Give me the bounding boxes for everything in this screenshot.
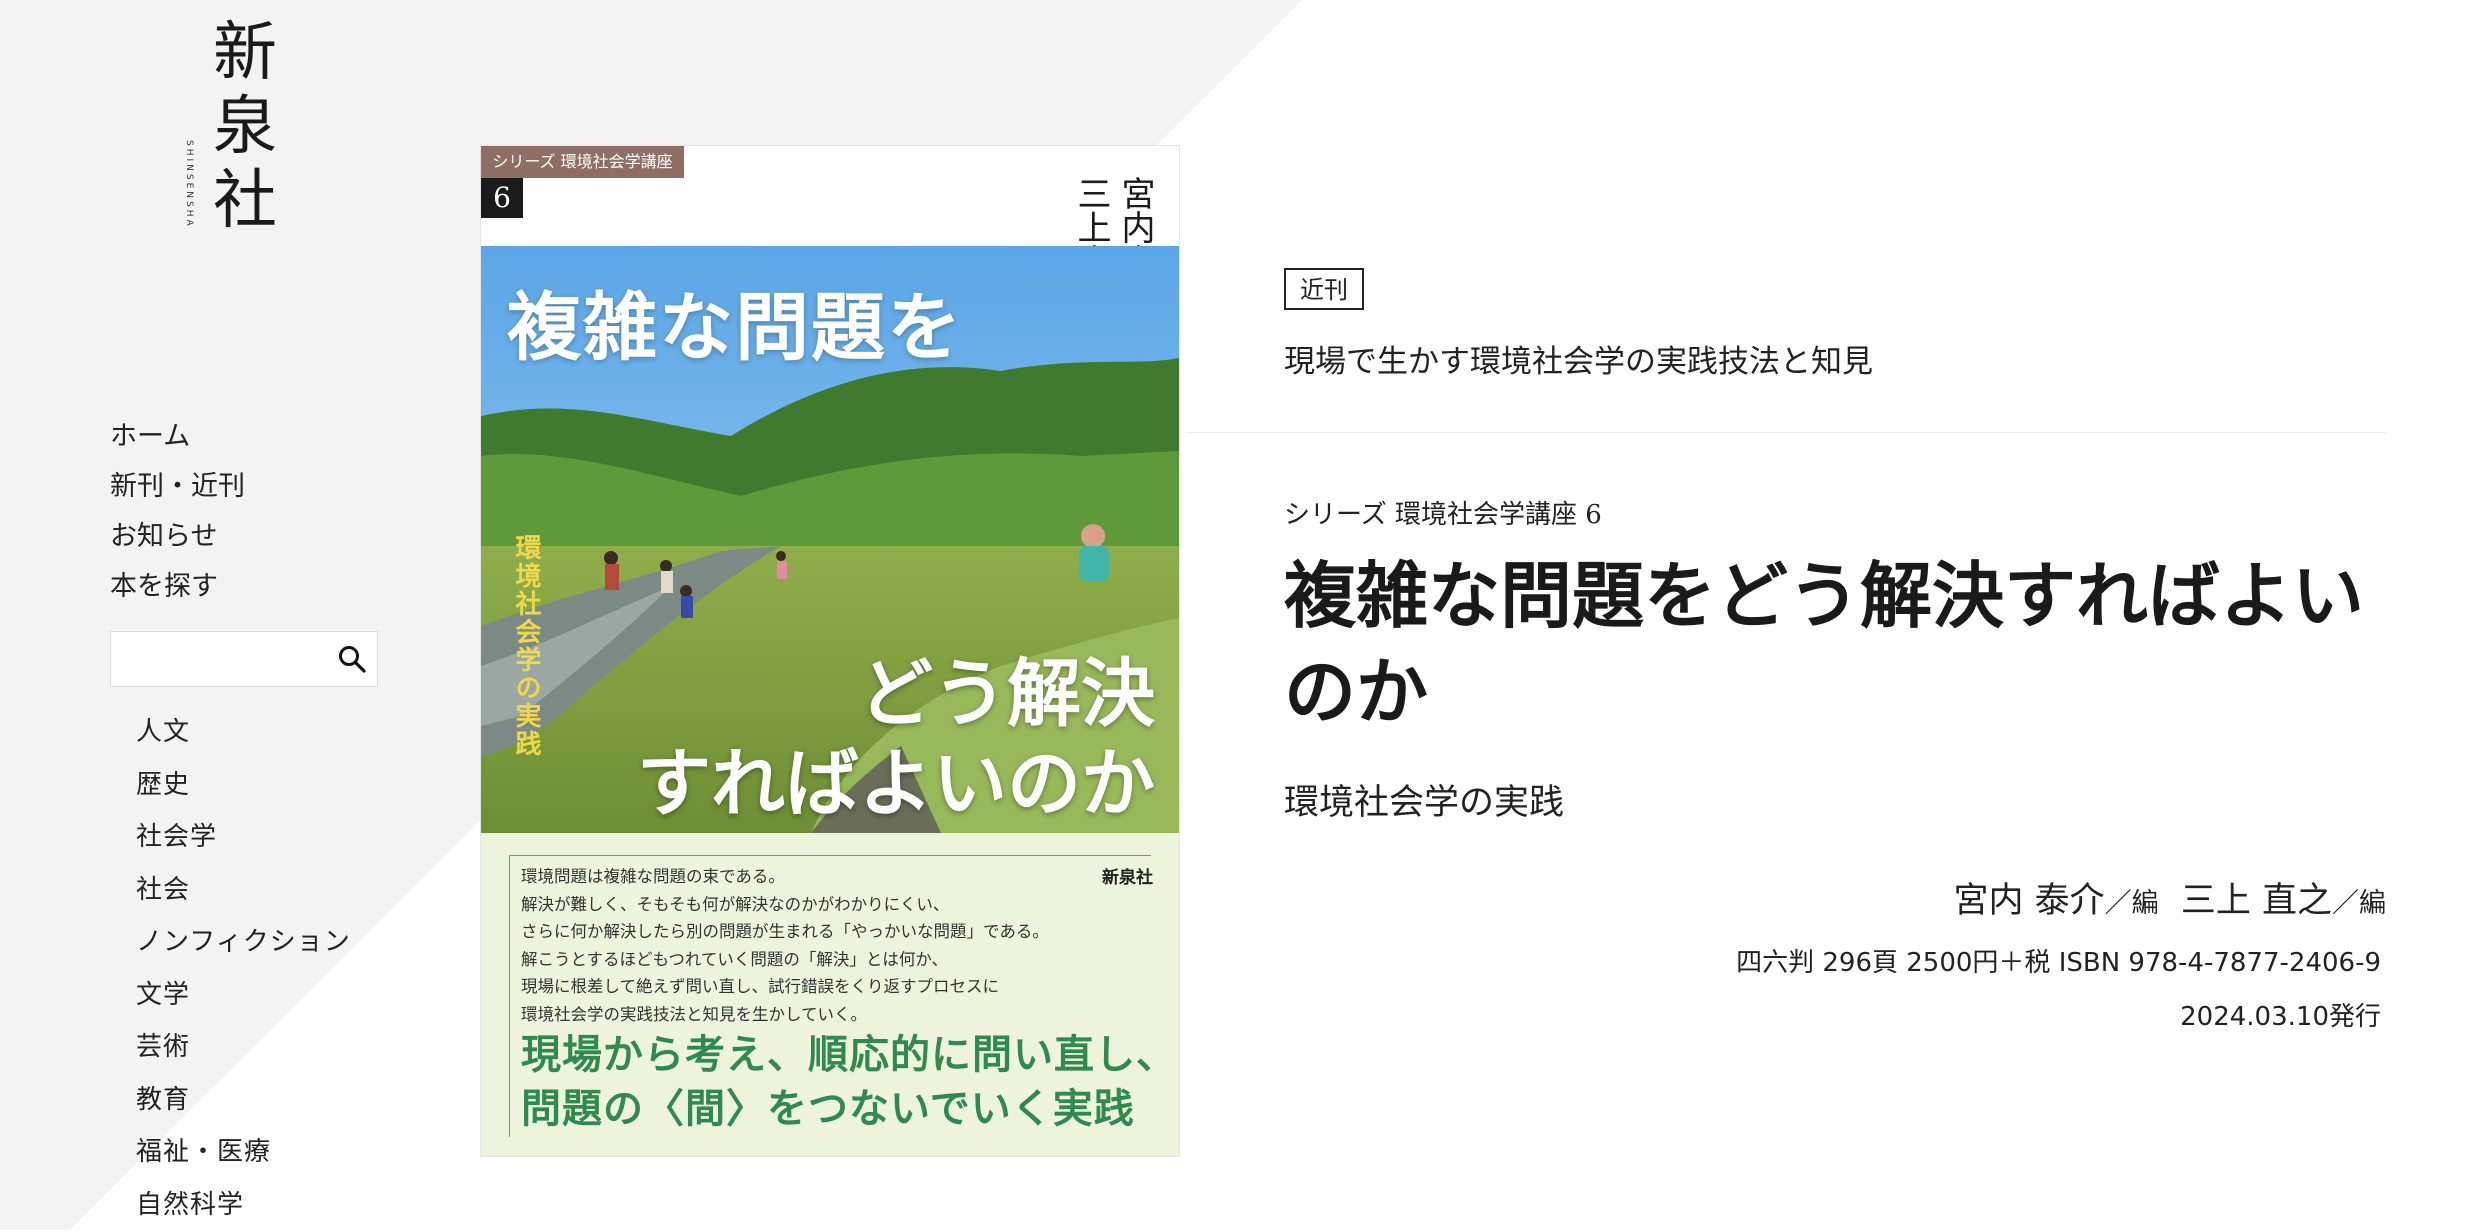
cover-lower-panel: 新泉社 環境問題は複雑な問題の束である。 解決が難しく、そもそも何が解決なのかが… [481,833,1179,1156]
author-name[interactable]: 三上 直之 [2181,881,2332,921]
cover-rule [509,855,510,1137]
cover-catchphrase: 現場から考え、順応的に問い直し、 問題の〈間〉をつないでいく実践 [521,1028,1177,1136]
cover-rule [509,855,1151,856]
category-sociology[interactable]: 社会学 [136,811,351,864]
category-society[interactable]: 社会 [136,864,351,917]
nav-home[interactable]: ホーム [110,412,245,462]
search-box [110,631,378,687]
main-nav: ホーム 新刊・近刊 お知らせ 本を探す [110,412,245,612]
blurb-line: さらに何か解決したら別の問題が生まれる「やっかいな問題」である。 [521,918,1081,946]
catch-line: 現場から考え、順応的に問い直し、 [521,1028,1177,1082]
blurb-line: 環境問題は複雑な問題の束である。 [521,863,1081,891]
cover-title-bottom-2: すればよいのか [637,724,1155,831]
cover-title-top: 複雑な問題を [507,268,963,375]
book-series: シリーズ 環境社会学講座 6 [1284,494,1602,531]
search-input[interactable] [111,632,341,686]
category-education[interactable]: 教育 [136,1074,351,1127]
category-welfare-medical[interactable]: 福祉・医療 [136,1126,351,1179]
category-arts[interactable]: 芸術 [136,1021,351,1074]
logo-char: 泉 [200,90,290,164]
category-nonfiction[interactable]: ノンフィクション [136,916,351,969]
author-role: ／編 [2332,888,2386,919]
category-literature[interactable]: 文学 [136,969,351,1022]
category-list: 人文 歴史 社会学 社会 ノンフィクション 文学 芸術 教育 福祉・医療 自然科… [136,706,351,1231]
book-lead: 現場で生かす環境社会学の実践技法と知見 [1284,336,1873,381]
cover-vertical-subtitle: 環境社会学の実践 [509,534,543,758]
book-subtitle: 環境社会学の実践 [1284,774,1564,825]
cover-blurb: 環境問題は複雑な問題の束である。 解決が難しく、そもそも何が解決なのかがわかりに… [521,863,1081,1028]
book-cover[interactable]: シリーズ 環境社会学講座 6 宮内泰介 三上直之 編 [481,146,1179,1156]
author-role: ／編 [2105,888,2159,919]
category-humanities[interactable]: 人文 [136,706,351,759]
blurb-line: 解こうとするほどもつれていく問題の「解決」とは何か、 [521,946,1081,974]
site-logo[interactable]: 新 泉 社 [200,16,290,238]
logo-char: 新 [200,16,290,90]
book-specs: 四六判 296頁 2500円＋税 ISBN 978-4-7877-2406-9 [1736,942,2381,979]
book-title: 複雑な問題をどう解決すればよいのか [1284,548,2396,740]
logo-roman-text: SHINSENSHA [184,140,194,229]
cover-series-tag: シリーズ 環境社会学講座 [481,146,684,178]
publish-date: 2024.03.10発行 [2180,996,2381,1033]
logo-char: 社 [200,164,290,238]
author-name[interactable]: 宮内 泰介 [1953,881,2104,921]
search-icon[interactable] [337,644,367,674]
blurb-line: 環境社会学の実践技法と知見を生かしていく。 [521,1001,1081,1029]
blurb-line: 現場に根差して絶えず問い直し、試行錯誤をくり返すプロセスに [521,973,1081,1001]
category-history[interactable]: 歴史 [136,759,351,812]
status-badge: 近刊 [1284,268,1364,310]
cover-publisher: 新泉社 [1102,863,1153,888]
book-authors: 宮内 泰介／編 三上 直之／編 [1953,872,2386,923]
nav-news[interactable]: お知らせ [110,512,245,562]
cover-series-number: 6 [481,178,523,218]
catch-line: 問題の〈間〉をつないでいく実践 [521,1082,1177,1136]
category-natural-science[interactable]: 自然科学 [136,1179,351,1231]
divider [1186,432,2386,433]
blurb-line: 解決が難しく、そもそも何が解決なのかがわかりにくい、 [521,891,1081,919]
nav-new-releases[interactable]: 新刊・近刊 [110,462,245,512]
nav-find-books[interactable]: 本を探す [110,562,245,612]
